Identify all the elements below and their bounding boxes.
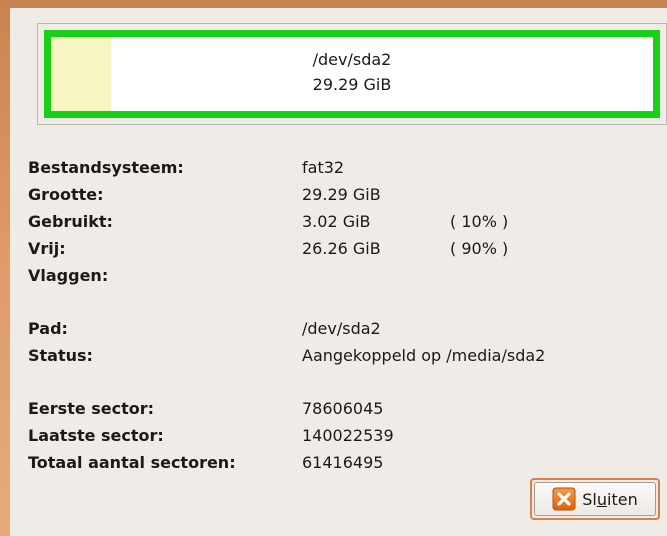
free-percent: ( 90% ): [450, 239, 509, 258]
close-icon: [552, 487, 576, 511]
filesystem-label: Bestandsysteem:: [28, 158, 184, 177]
first-sector-value: 78606045: [302, 399, 384, 418]
close-button-label: Sluiten: [582, 490, 637, 509]
partition-bar-path: /dev/sda2: [312, 50, 392, 69]
path-label: Pad:: [28, 319, 68, 338]
last-sector-value: 140022539: [302, 426, 394, 445]
size-value: 29.29 GiB: [302, 185, 381, 204]
size-label: Grootte:: [28, 185, 104, 204]
close-label-mnemonic: u: [596, 489, 608, 509]
filesystem-value: fat32: [302, 158, 345, 177]
partition-bar: /dev/sda2 29.29 GiB: [51, 37, 653, 111]
first-sector-label: Eerste sector:: [28, 399, 155, 418]
partition-info-dialog: /dev/sda2 29.29 GiB Bestandsysteem: fat3…: [10, 8, 667, 536]
total-sectors-label: Totaal aantal sectoren:: [28, 453, 236, 472]
path-value: /dev/sda2: [302, 319, 381, 338]
close-label-pre: Sl: [582, 489, 597, 509]
partition-bar-label: /dev/sda2 29.29 GiB: [51, 47, 653, 97]
close-button-face[interactable]: Sluiten: [534, 482, 656, 516]
used-percent: ( 10% ): [450, 212, 509, 231]
status-label: Status:: [28, 346, 93, 365]
flags-label: Vlaggen:: [28, 266, 109, 285]
free-label: Vrij:: [28, 239, 66, 258]
free-value: 26.26 GiB: [302, 239, 381, 258]
partition-bar-border: /dev/sda2 29.29 GiB: [44, 30, 660, 118]
close-label-post: iten: [607, 489, 638, 509]
total-sectors-value: 61416495: [302, 453, 384, 472]
status-value: Aangekoppeld op /media/sda2: [302, 346, 546, 365]
last-sector-label: Laatste sector:: [28, 426, 164, 445]
used-label: Gebruikt:: [28, 212, 113, 231]
partition-usage-graphic: /dev/sda2 29.29 GiB: [37, 23, 667, 125]
used-value: 3.02 GiB: [302, 212, 371, 231]
close-button[interactable]: Sluiten: [530, 478, 660, 520]
partition-bar-size: 29.29 GiB: [312, 75, 392, 94]
